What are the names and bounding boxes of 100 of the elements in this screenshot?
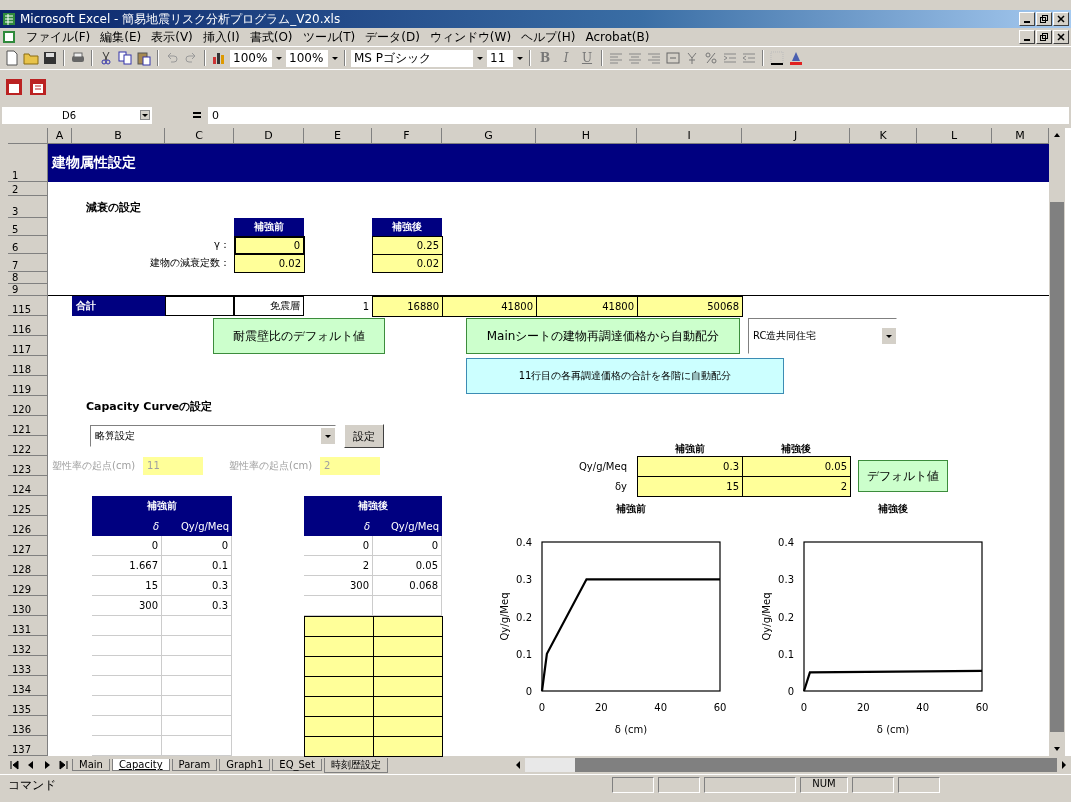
caret-icon[interactable] <box>321 428 335 444</box>
building-type-dropdown[interactable]: RC造共同住宅 <box>748 318 897 354</box>
input-cell[interactable] <box>373 636 443 657</box>
row-header[interactable]: 123 <box>8 456 48 476</box>
row-header[interactable]: 8 <box>8 272 48 284</box>
zoom-field[interactable]: 100% <box>286 49 328 67</box>
row-header[interactable]: 133 <box>8 656 48 676</box>
column-header[interactable]: B <box>72 128 165 144</box>
row-header[interactable]: 124 <box>8 476 48 496</box>
row-header[interactable]: 115 <box>8 296 48 316</box>
set-button[interactable]: 設定 <box>344 424 384 448</box>
input-cell[interactable]: 16880 <box>372 296 443 317</box>
merge-cells-icon[interactable] <box>665 50 681 66</box>
column-header[interactable]: A <box>48 128 72 144</box>
restore-button[interactable] <box>1036 30 1052 44</box>
menu-item[interactable]: ヘルプ(H) <box>521 28 576 46</box>
input-cell[interactable] <box>373 716 443 737</box>
column-header[interactable]: C <box>165 128 234 144</box>
auto-distribute-button[interactable]: Mainシートの建物再調達価格から自動配分 <box>466 318 740 354</box>
column-header[interactable]: G <box>442 128 536 144</box>
menu-item[interactable]: ファイル(F) <box>26 28 91 46</box>
column-header[interactable]: F <box>372 128 442 144</box>
last-sheet-icon[interactable] <box>56 758 70 772</box>
paste-icon[interactable] <box>136 50 152 66</box>
column-header[interactable]: D <box>234 128 304 144</box>
input-cell[interactable] <box>304 696 374 717</box>
pdf-icon[interactable] <box>4 77 24 97</box>
method-dropdown[interactable]: 略算設定 <box>90 425 336 447</box>
input-cell[interactable]: 41800 <box>536 296 638 317</box>
input-cell[interactable] <box>304 676 374 697</box>
row-header[interactable]: 6 <box>8 236 48 254</box>
row-header[interactable]: 121 <box>8 416 48 436</box>
row-header[interactable]: 134 <box>8 676 48 696</box>
row-header[interactable]: 122 <box>8 436 48 456</box>
default-value-button[interactable]: 耐震壁比のデフォルト値 <box>213 318 385 354</box>
input-cell[interactable] <box>304 616 374 637</box>
font-field[interactable]: MS Pゴシック <box>351 49 473 67</box>
column-header[interactable]: H <box>536 128 637 144</box>
zoom-field[interactable]: 100% <box>230 49 272 67</box>
row-header[interactable]: 125 <box>8 496 48 516</box>
sheet-tab[interactable]: Param <box>171 759 218 771</box>
default-value-button[interactable]: デフォルト値 <box>858 460 948 492</box>
menu-item[interactable]: Acrobat(B) <box>585 30 650 44</box>
input-cell[interactable] <box>373 656 443 677</box>
auto-distribute-button[interactable]: 11行目の各再調達価格の合計を各階に自動配分 <box>466 358 784 394</box>
close-button[interactable] <box>1053 12 1069 26</box>
row-header[interactable]: 132 <box>8 636 48 656</box>
row-header[interactable]: 128 <box>8 556 48 576</box>
formula-field[interactable]: 0 <box>208 106 1069 124</box>
caret-icon[interactable] <box>516 54 524 62</box>
input-cell[interactable]: 0.02 <box>372 254 443 273</box>
pdf-icon[interactable] <box>28 77 48 97</box>
input-cell[interactable] <box>304 656 374 677</box>
column-header[interactable]: M <box>992 128 1049 144</box>
caret-icon[interactable] <box>275 54 283 62</box>
row-header[interactable]: 120 <box>8 396 48 416</box>
row-header[interactable]: 3 <box>8 196 48 218</box>
menu-item[interactable]: ウィンドウ(W) <box>429 28 512 46</box>
menu-item[interactable]: データ(D) <box>365 28 420 46</box>
input-cell[interactable] <box>304 716 374 737</box>
input-cell[interactable] <box>373 676 443 697</box>
row-header[interactable]: 130 <box>8 596 48 616</box>
row-header[interactable]: 117 <box>8 336 48 356</box>
row-header[interactable]: 131 <box>8 616 48 636</box>
menu-item[interactable]: 表示(V) <box>151 28 193 46</box>
menu-item[interactable]: 書式(O) <box>249 28 293 46</box>
cut-icon[interactable] <box>98 50 114 66</box>
caret-icon[interactable] <box>140 110 150 120</box>
column-header[interactable]: E <box>304 128 372 144</box>
row-header[interactable]: 136 <box>8 716 48 736</box>
equals-icon[interactable] <box>192 110 202 120</box>
font-size-field[interactable]: 11 <box>487 49 513 67</box>
minimize-button[interactable] <box>1019 12 1035 26</box>
row-header[interactable]: 1 <box>8 144 48 182</box>
name-box[interactable]: D6 <box>2 106 152 124</box>
input-cell[interactable]: 0.05 <box>742 456 851 477</box>
sheet-tab[interactable]: Capacity <box>111 759 170 771</box>
copy-icon[interactable] <box>117 50 133 66</box>
column-header[interactable]: L <box>917 128 992 144</box>
row-header[interactable]: 116 <box>8 316 48 336</box>
menu-item[interactable]: 挿入(I) <box>202 28 240 46</box>
caret-icon[interactable] <box>331 54 339 62</box>
input-cell[interactable] <box>373 696 443 717</box>
scrollbar-thumb[interactable] <box>575 758 1057 772</box>
row-header[interactable]: 135 <box>8 696 48 716</box>
row-header[interactable]: 118 <box>8 356 48 376</box>
save-icon[interactable] <box>42 50 58 66</box>
row-header[interactable]: 129 <box>8 576 48 596</box>
row-header[interactable]: 5 <box>8 218 48 236</box>
input-cell[interactable]: 0.02 <box>234 254 305 273</box>
sheet-tab[interactable]: 時刻歴設定 <box>323 757 388 773</box>
input-cell[interactable] <box>304 636 374 657</box>
row-header[interactable]: 137 <box>8 736 48 756</box>
caret-icon[interactable] <box>476 54 484 62</box>
input-cell[interactable]: 15 <box>637 476 743 497</box>
menu-item[interactable]: ツール(T) <box>302 28 356 46</box>
minimize-button[interactable] <box>1019 30 1035 44</box>
input-cell[interactable]: 0.3 <box>637 456 743 477</box>
restore-button[interactable] <box>1036 12 1052 26</box>
row-header[interactable]: 119 <box>8 376 48 396</box>
